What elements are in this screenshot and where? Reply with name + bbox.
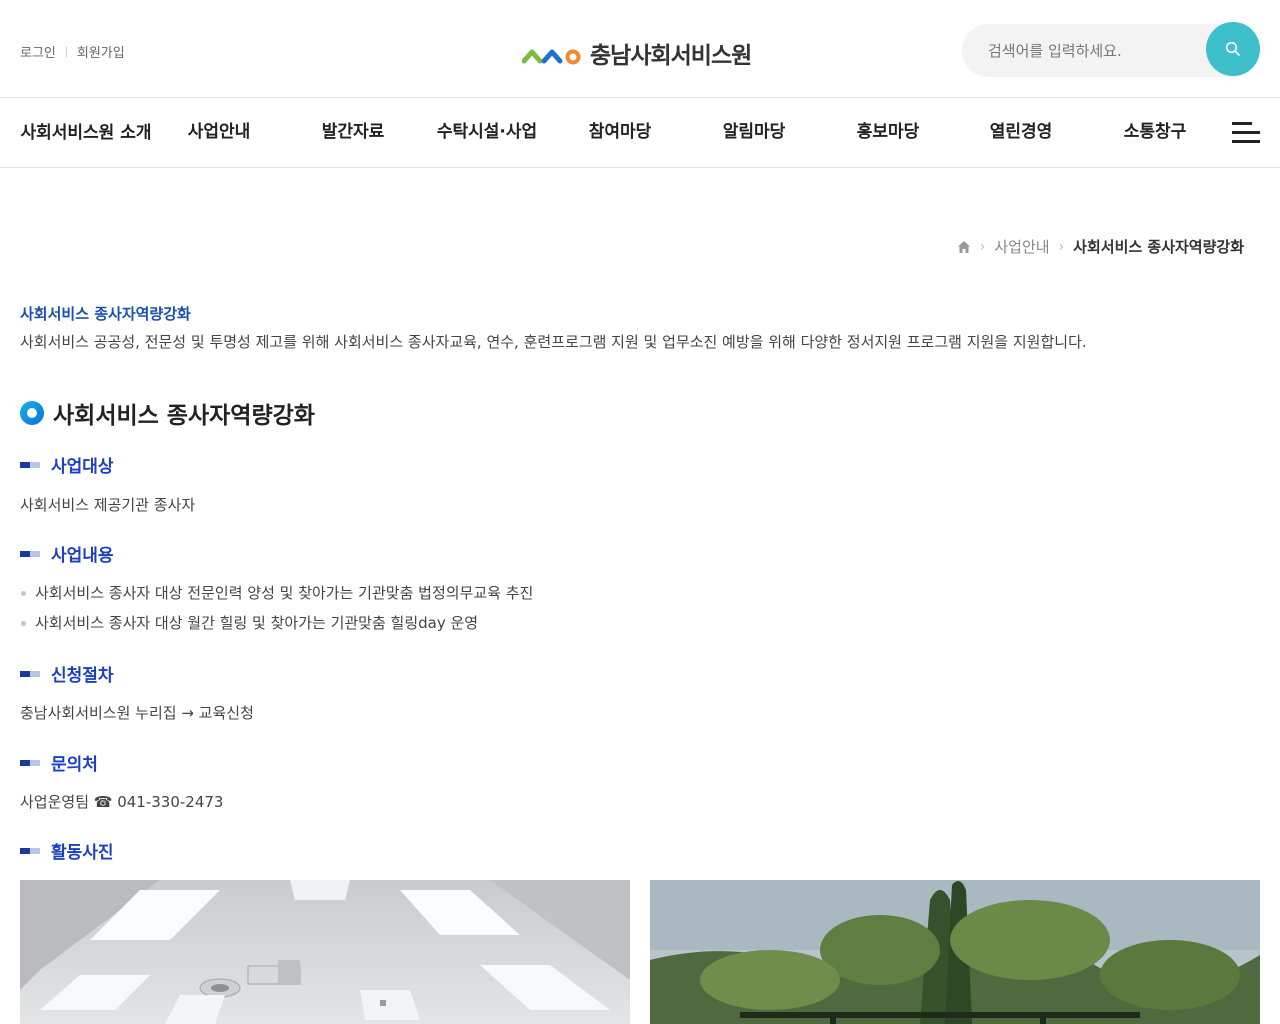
hamburger-line <box>1232 140 1260 143</box>
contact-text: 사업운영팀 ☎ 041-330-2473 <box>20 793 224 811</box>
nav-item-publications[interactable]: 발간자료 <box>286 119 420 146</box>
section-bar-icon <box>20 759 40 766</box>
util-divider <box>65 46 67 57</box>
section-heading-photos: 활동사진 <box>20 838 114 863</box>
list-item: 사회서비스 종사자 대상 전문인력 양성 및 찾아가는 기관맞춤 법정의무교육 … <box>20 578 533 608</box>
logo-text: 충남사회서비스원 <box>590 43 752 69</box>
activity-photo-classroom[interactable] <box>20 880 630 1024</box>
search-button[interactable] <box>1206 22 1260 76</box>
list-item: 사회서비스 종사자 대상 월간 힐링 및 찾아가는 기관맞춤 힐링day 운영 <box>20 608 533 638</box>
section-heading-procedure: 신청절차 <box>20 661 114 686</box>
section-heading-content: 사업내용 <box>20 541 114 566</box>
site-header: 로그인 회원가입 충남사회서비스원 <box>0 0 1280 98</box>
login-link[interactable]: 로그인 <box>20 42 56 61</box>
chevron-right-icon: › <box>979 238 986 255</box>
classroom-photo-image <box>20 880 630 1024</box>
breadcrumb: › 사업안내 › 사회서비스 종사자역량강화 <box>957 236 1244 257</box>
nav-item-communication[interactable]: 소통창구 <box>1088 119 1222 146</box>
search-icon <box>1225 41 1240 56</box>
section-title: 문의처 <box>51 755 98 775</box>
section-title: 활동사진 <box>51 843 114 863</box>
nav-item-participation[interactable]: 참여마당 <box>553 119 687 146</box>
logo-mark-icon <box>522 49 581 65</box>
activity-photo-outdoor[interactable] <box>650 880 1260 1024</box>
nav-item-open-management[interactable]: 열린경영 <box>954 119 1088 146</box>
section-bar-icon <box>20 461 40 468</box>
section-title: 신청절차 <box>51 666 114 686</box>
hamburger-line <box>1232 131 1260 134</box>
target-text: 사회서비스 제공기관 종사자 <box>20 496 196 514</box>
chevron-right-icon: › <box>1058 238 1065 255</box>
signup-link[interactable]: 회원가입 <box>77 42 125 61</box>
nav-item-notice[interactable]: 알림마당 <box>687 119 821 146</box>
content-list: 사회서비스 종사자 대상 전문인력 양성 및 찾아가는 기관맞춤 법정의무교육 … <box>20 578 533 638</box>
search-box <box>962 22 1260 77</box>
home-icon[interactable] <box>957 240 971 254</box>
nav-item-facilities[interactable]: 수탁시설·사업 <box>420 119 554 146</box>
intro-description: 사회서비스 공공성, 전문성 및 투명성 제고를 위해 사회서비스 종사자교육,… <box>20 333 1087 351</box>
nav-item-about[interactable]: 사회서비스원 소개 <box>20 118 152 149</box>
hamburger-line <box>1232 122 1252 125</box>
nav-item-promotion[interactable]: 홍보마당 <box>821 119 955 146</box>
section-title: 사업대상 <box>51 457 114 477</box>
search-input[interactable] <box>962 24 1202 77</box>
ring-bullet-icon <box>20 401 44 425</box>
breadcrumb-current: 사회서비스 종사자역량강화 <box>1073 238 1244 256</box>
outdoor-photo-image <box>650 880 1260 1024</box>
all-menu-button[interactable] <box>1232 122 1260 146</box>
section-bar-icon <box>20 670 40 677</box>
section-bar-icon <box>20 550 40 557</box>
intro-title: 사회서비스 종사자역량강화 <box>20 305 191 323</box>
breadcrumb-level1[interactable]: 사업안내 <box>994 236 1049 257</box>
main-navigation: 사회서비스원 소개 사업안내 발간자료 수탁시설·사업 참여마당 알림마당 홍보… <box>0 99 1280 168</box>
section-heading-target: 사업대상 <box>20 452 114 477</box>
procedure-text: 충남사회서비스원 누리집 → 교육신청 <box>20 704 254 722</box>
section-bar-icon <box>20 847 40 854</box>
utility-links: 로그인 회원가입 <box>20 42 125 61</box>
section-title: 사업내용 <box>51 546 114 566</box>
section-heading-contact: 문의처 <box>20 750 98 775</box>
nav-item-business[interactable]: 사업안내 <box>152 119 286 146</box>
page-title-text: 사회서비스 종사자역량강화 <box>53 403 315 429</box>
page-title: 사회서비스 종사자역량강화 <box>20 396 315 430</box>
site-logo[interactable]: 충남사회서비스원 <box>522 36 752 70</box>
